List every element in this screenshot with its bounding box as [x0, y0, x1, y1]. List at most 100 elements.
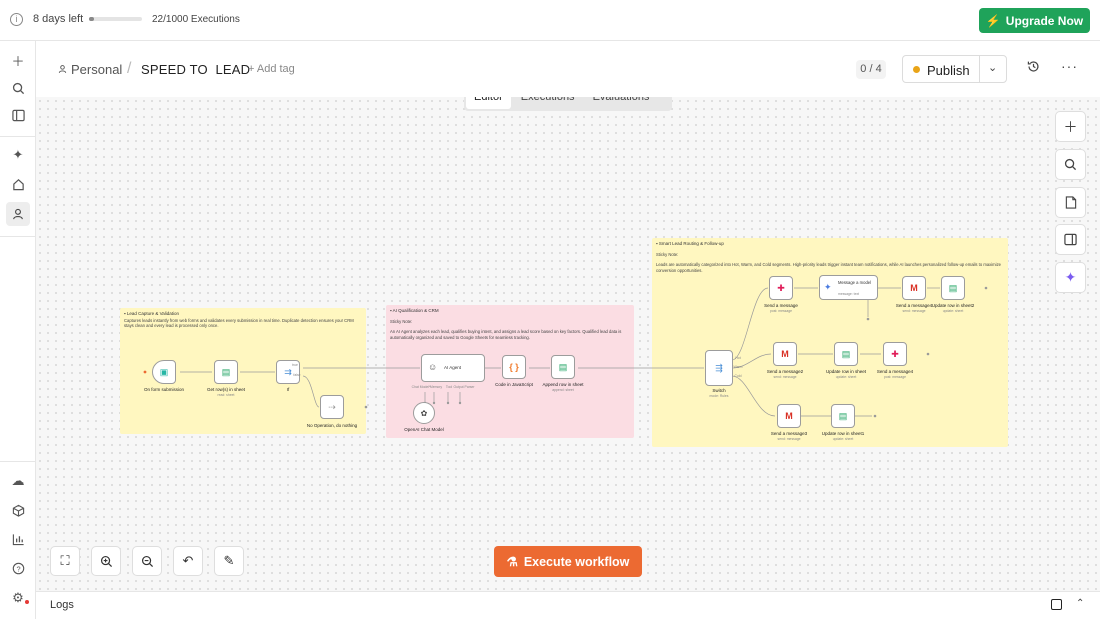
chevron-down-icon[interactable]: ⌄ [988, 61, 997, 74]
node-label: If [286, 387, 290, 392]
gemini-icon: ✦ [824, 282, 832, 292]
slack-send-message4-node[interactable]: ✚ [883, 342, 907, 366]
workflow-canvas[interactable]: Editor Executions Evaluations ▪ Lead Cap… [36, 97, 1100, 591]
workflow-name[interactable]: SPEED TO LEAD [141, 62, 250, 77]
add-node-button[interactable]: ＋ [1055, 111, 1086, 142]
box-icon[interactable] [9, 501, 27, 519]
form-trigger-node[interactable]: ▣ [152, 360, 176, 384]
zoom-in-icon [100, 555, 112, 567]
home-icon[interactable] [9, 175, 27, 193]
broom-icon: ✎ [223, 553, 235, 568]
node-label: Send a message [764, 303, 798, 308]
if-true-label: true [292, 363, 298, 367]
node-subtitle: send: message [777, 437, 801, 441]
switch-node[interactable]: ⇶ [705, 350, 733, 386]
publish-button[interactable]: Publish ⌄ [902, 55, 1007, 83]
openai-chat-model-node[interactable]: ✿ [413, 402, 435, 424]
logs-panel[interactable]: Logs ⌃ [36, 591, 1100, 619]
code-icon: { } [509, 362, 519, 372]
more-options-icon[interactable]: ··· [1061, 58, 1078, 74]
switch-icon: ⇶ [715, 362, 723, 373]
execute-label: Execute workflow [523, 554, 630, 569]
trial-progress-bar [89, 17, 142, 21]
sheets-icon: ▤ [838, 410, 848, 421]
gmail-send-message4-node[interactable]: M [902, 276, 926, 300]
history-icon[interactable] [1027, 60, 1040, 76]
node-subtitle: send: message [773, 375, 797, 379]
sheets-icon: ▤ [558, 361, 568, 372]
node-subtitle: update: sheet [942, 309, 964, 313]
node-label: OpenAI Chat Model [404, 427, 444, 432]
plus-icon[interactable]: ＋ [9, 51, 27, 69]
panel-toggle-icon[interactable] [9, 106, 27, 124]
add-tag-button[interactable]: + Add tag [248, 63, 295, 75]
cloud-icon[interactable]: ☁ [9, 472, 27, 490]
switch-output-hot: Hot [735, 356, 741, 360]
node-label: No Operation, do nothing [306, 423, 358, 428]
zoom-in-button[interactable] [91, 546, 121, 576]
chevron-up-icon[interactable]: ⌃ [1076, 598, 1084, 609]
toggle-panel-button[interactable] [1055, 224, 1086, 255]
node-label: Update row in sheet1 [821, 431, 865, 436]
update-row-sheet-node[interactable]: ▤ [834, 342, 858, 366]
undo-icon: ↶ [182, 553, 194, 568]
breadcrumb-project[interactable]: Personal [71, 62, 122, 77]
gmail-send-message2-node[interactable]: M [773, 342, 797, 366]
switch-output-warm: Warm [733, 365, 743, 369]
gear-icon[interactable]: ⚙ [9, 589, 27, 607]
node-label: Message a model [838, 280, 872, 285]
no-operation-node[interactable]: ⇢ [320, 395, 344, 419]
search-icon[interactable] [9, 79, 27, 97]
trial-progress-fill [89, 17, 95, 21]
slack-send-message-node[interactable]: ✚ [769, 276, 793, 300]
pop-out-icon[interactable] [1051, 599, 1062, 610]
trial-days-left: 8 days left [33, 13, 84, 25]
workflow-connections [143, 286, 988, 418]
tidy-up-button[interactable]: ✎ [214, 546, 244, 576]
sheets-icon: ▤ [221, 366, 231, 377]
node-subtitle: post: message [883, 375, 907, 379]
execute-workflow-button[interactable]: ⚗ Execute workflow [494, 546, 642, 577]
flask-icon: ⚗ [506, 555, 518, 569]
lightning-icon: ⚡ [985, 13, 1001, 28]
update-row-sheet2-node[interactable]: ▤ [941, 276, 965, 300]
append-row-node[interactable]: ▤ [551, 355, 575, 379]
upgrade-label: Upgrade Now [1005, 13, 1084, 28]
insights-chart-icon[interactable] [9, 530, 27, 548]
undo-button[interactable]: ↶ [173, 546, 203, 576]
node-subtitle: mode: Rules [709, 394, 729, 398]
node-label: AI Agent [444, 365, 462, 370]
slack-icon: ✚ [777, 282, 785, 293]
publish-label: Publish [927, 63, 970, 78]
gmail-send-message3-node[interactable]: M [777, 404, 801, 428]
form-icon: ▣ [159, 366, 169, 377]
ai-assistant-button[interactable]: ✦ [1055, 262, 1086, 293]
slack-icon: ✚ [891, 348, 899, 359]
personal-user-icon[interactable] [6, 202, 30, 226]
help-icon[interactable]: ? [9, 559, 27, 577]
ai-agent-node[interactable]: ☺ AI Agent [421, 354, 485, 382]
update-row-sheet1-node[interactable]: ▤ [831, 404, 855, 428]
sheets-icon: ▤ [841, 348, 851, 359]
workflow-header: Personal / SPEED TO LEAD + Add tag 0 / 4… [36, 41, 1100, 97]
get-rows-node[interactable]: ▤ [214, 360, 238, 384]
upgrade-now-button[interactable]: ⚡ Upgrade Now [979, 8, 1090, 33]
add-sticky-button[interactable] [1055, 187, 1086, 218]
node-label: Send a message2 [766, 369, 804, 374]
zoom-out-icon [141, 555, 153, 567]
node-subtitle: post: message [769, 309, 793, 313]
search-nodes-button[interactable] [1055, 149, 1086, 180]
sparkles-icon[interactable]: ✦ [9, 146, 27, 164]
svg-text:?: ? [16, 564, 20, 573]
node-label: Update row in sheet2 [931, 303, 975, 308]
zoom-out-button[interactable] [132, 546, 162, 576]
node-label: Send a message4 [876, 369, 914, 374]
code-node[interactable]: { } [502, 355, 526, 379]
if-false-label: false [293, 373, 301, 377]
fit-view-button[interactable]: ⛶ [50, 546, 80, 576]
info-icon[interactable]: i [10, 13, 23, 26]
node-subtitle: update: sheet [832, 437, 854, 441]
fullscreen-icon: ⛶ [60, 553, 70, 568]
gemini-message-model-node[interactable]: ✦ Message a model message: text [819, 275, 878, 300]
node-label: Append row in sheet [542, 382, 584, 387]
